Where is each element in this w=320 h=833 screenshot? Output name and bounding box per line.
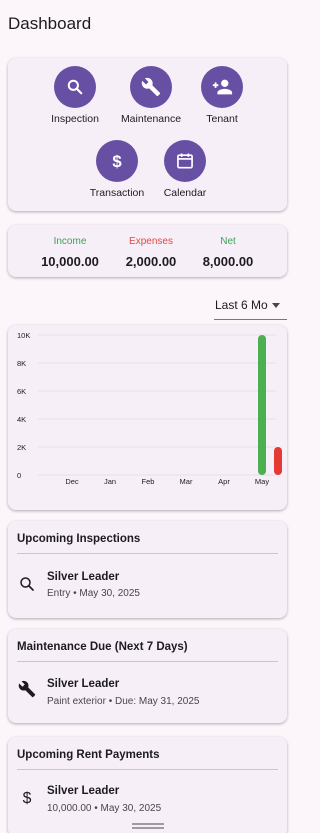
quick-actions-card: Inspection Maintenance Tenant $ Transact… xyxy=(8,58,287,211)
chart-bar xyxy=(274,447,282,475)
rent-item-subtitle: 10,000.00 • May 30, 2025 xyxy=(47,803,162,814)
tenant-circle[interactable] xyxy=(201,66,243,108)
income-value: 10,000.00 xyxy=(41,254,99,269)
income-expense-chart: 0 2K 4K 6K 8K 10K Dec Jan Feb Mar Apr May xyxy=(17,331,282,486)
inspection-item-subtitle: Entry • May 30, 2025 xyxy=(47,588,140,599)
svg-text:$: $ xyxy=(23,790,32,806)
upcoming-rent-card: Upcoming Rent Payments $ Silver Leader 1… xyxy=(8,737,287,833)
wrench-icon xyxy=(18,680,36,698)
x-tick-label: Feb xyxy=(142,477,155,486)
wrench-icon xyxy=(141,77,161,97)
summary-income: Income 10,000.00 xyxy=(25,225,115,269)
rent-item-title[interactable]: Silver Leader xyxy=(47,785,119,797)
divider xyxy=(17,661,278,662)
quick-action-calendar[interactable]: Calendar xyxy=(160,140,210,199)
calendar-circle[interactable] xyxy=(164,140,206,182)
y-tick-label: 4K xyxy=(17,415,26,424)
page-title: Dashboard xyxy=(8,14,92,33)
quick-action-tenant[interactable]: Tenant xyxy=(197,66,247,125)
x-tick-label: Jan xyxy=(104,477,116,486)
maintenance-item-subtitle: Paint exterior • Due: May 31, 2025 xyxy=(47,696,200,707)
x-tick-label: Apr xyxy=(218,477,230,486)
x-tick-label: Dec xyxy=(65,477,79,486)
card-title: Upcoming Inspections xyxy=(17,533,141,545)
x-tick-label: May xyxy=(255,477,269,486)
search-icon xyxy=(67,79,83,95)
maintenance-circle[interactable] xyxy=(130,66,172,108)
quick-action-label: Maintenance xyxy=(120,113,182,125)
period-dropdown[interactable]: Last 6 Mo xyxy=(214,298,287,320)
divider xyxy=(17,769,278,770)
quick-action-transaction[interactable]: $ Transaction xyxy=(86,140,148,199)
chart-bar xyxy=(258,335,266,475)
summary-card: Income 10,000.00 Expenses 2,000.00 Net 8… xyxy=(8,225,287,277)
inspection-circle[interactable] xyxy=(54,66,96,108)
calendar-icon xyxy=(177,153,193,169)
maintenance-due-card: Maintenance Due (Next 7 Days) Silver Lea… xyxy=(8,629,287,723)
quick-action-label: Inspection xyxy=(51,113,99,125)
dollar-icon: $ xyxy=(23,790,32,806)
maintenance-item-title[interactable]: Silver Leader xyxy=(47,678,119,690)
net-value: 8,000.00 xyxy=(202,254,254,269)
x-tick-label: Mar xyxy=(180,477,193,486)
y-tick-label: 10K xyxy=(17,331,30,340)
y-tick-label: 0 xyxy=(17,471,21,480)
divider xyxy=(17,553,278,554)
svg-text:$: $ xyxy=(112,152,122,171)
person-add-icon xyxy=(212,79,233,95)
chart-card: 0 2K 4K 6K 8K 10K Dec Jan Feb Mar Apr May xyxy=(8,325,287,510)
upcoming-inspections-card: Upcoming Inspections Silver Leader Entry… xyxy=(8,521,287,618)
income-label: Income xyxy=(53,236,87,247)
quick-action-label: Transaction xyxy=(89,187,145,199)
quick-action-maintenance[interactable]: Maintenance xyxy=(118,66,184,125)
drag-handle[interactable] xyxy=(132,823,164,829)
summary-net: Net 8,000.00 xyxy=(183,225,273,269)
quick-action-inspection[interactable]: Inspection xyxy=(48,66,102,125)
dropdown-arrow-icon xyxy=(271,303,280,308)
card-title: Upcoming Rent Payments xyxy=(17,749,160,761)
net-label: Net xyxy=(220,236,236,247)
transaction-circle[interactable]: $ xyxy=(96,140,138,182)
inspection-item-title[interactable]: Silver Leader xyxy=(47,571,119,583)
period-value: Last 6 Mo xyxy=(215,298,268,312)
quick-action-label: Tenant xyxy=(206,113,238,125)
dollar-icon: $ xyxy=(112,152,122,171)
search-icon xyxy=(20,577,34,591)
y-tick-label: 6K xyxy=(17,387,26,396)
y-tick-label: 2K xyxy=(17,443,26,452)
card-title: Maintenance Due (Next 7 Days) xyxy=(17,641,188,653)
y-tick-label: 8K xyxy=(17,359,26,368)
quick-action-label: Calendar xyxy=(163,187,207,199)
